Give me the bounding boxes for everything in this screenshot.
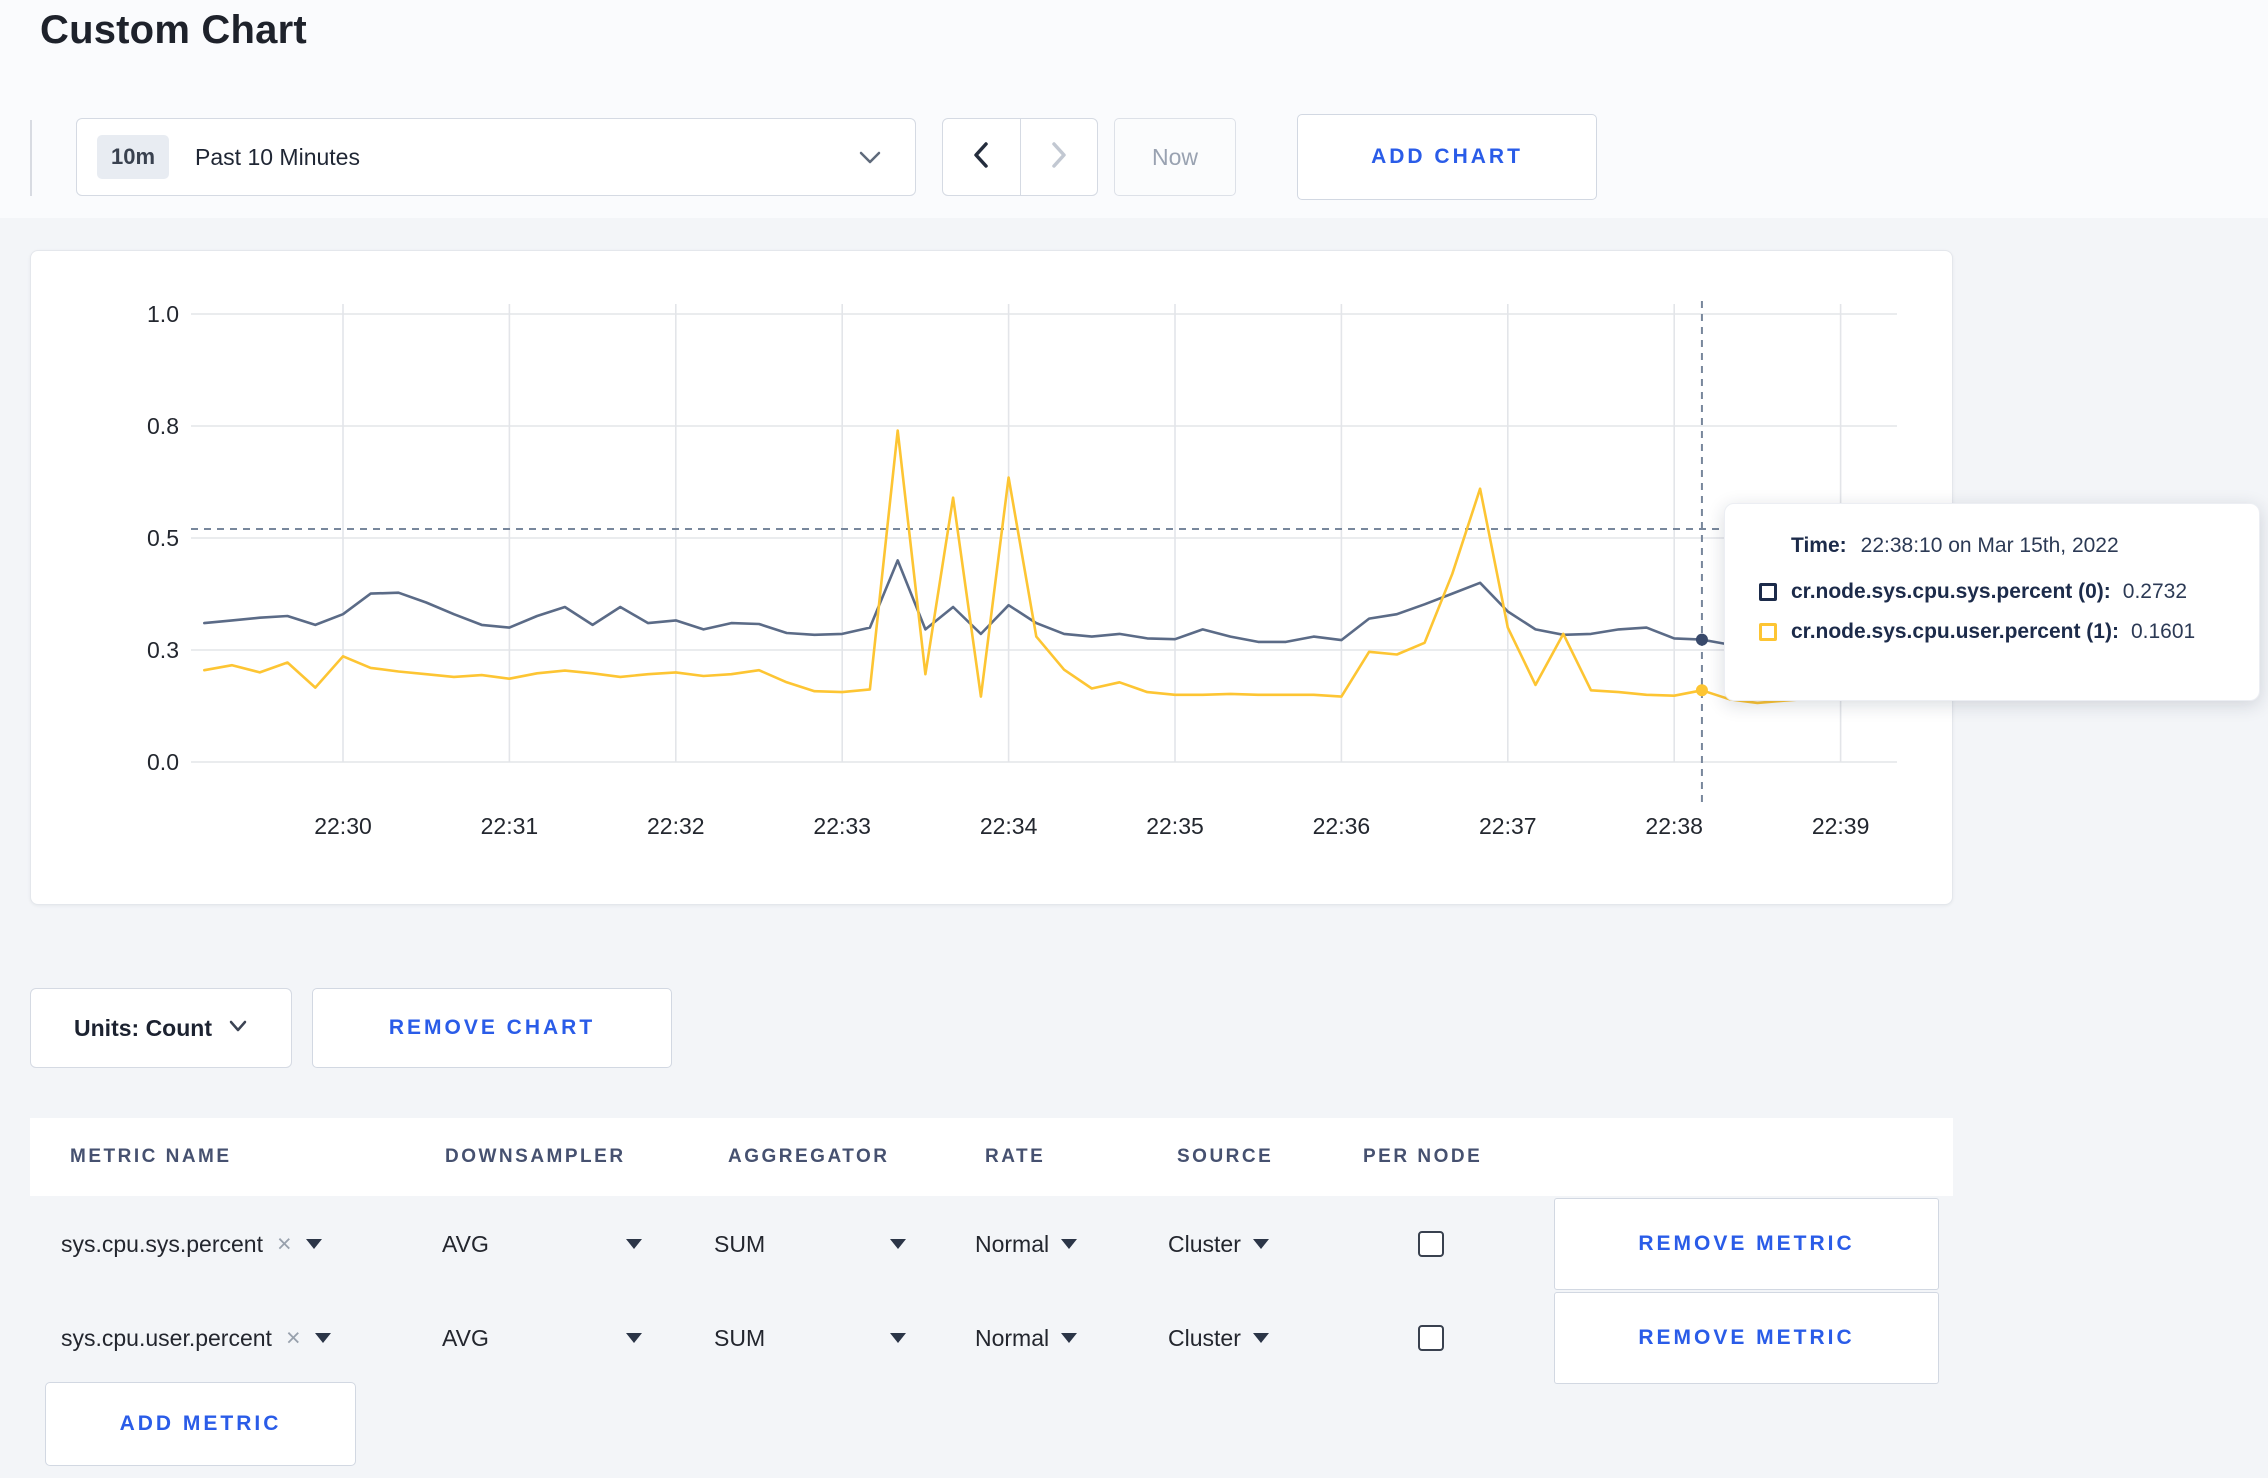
svg-text:22:38: 22:38	[1645, 813, 1703, 839]
remove-metric-button[interactable]: REMOVE METRIC	[1554, 1292, 1939, 1384]
chevron-right-icon	[1048, 140, 1070, 175]
series-sys-swatch-icon	[1759, 583, 1777, 601]
caret-down-icon	[1252, 1239, 1269, 1249]
tooltip-series-value: 0.2732	[2122, 580, 2188, 603]
time-range-dropdown[interactable]: 10m Past 10 Minutes	[76, 118, 916, 196]
tooltip-series-value: 0.1601	[2130, 620, 2196, 643]
add-metric-button[interactable]: ADD METRIC	[45, 1382, 356, 1466]
toolbar-divider	[30, 120, 32, 196]
svg-text:1.0: 1.0	[147, 301, 179, 327]
chevron-left-icon	[970, 140, 992, 175]
column-header-aggregator: AGGREGATOR	[728, 1146, 890, 1167]
svg-text:0.5: 0.5	[147, 525, 179, 551]
tooltip-time-label: Time:	[1791, 534, 1847, 557]
svg-text:22:37: 22:37	[1479, 813, 1537, 839]
svg-text:22:35: 22:35	[1146, 813, 1204, 839]
caret-down-icon	[890, 1333, 906, 1343]
downsampler-value: AVG	[442, 1230, 489, 1257]
prev-time-button[interactable]	[943, 119, 1021, 195]
rate-select[interactable]: Normal	[960, 1325, 1150, 1352]
svg-text:0.8: 0.8	[147, 413, 179, 439]
column-header-per-node: PER NODE	[1363, 1146, 1483, 1167]
svg-text:22:33: 22:33	[813, 813, 871, 839]
aggregator-select[interactable]: SUM	[710, 1325, 906, 1352]
aggregator-value: SUM	[714, 1324, 766, 1351]
source-select[interactable]: Cluster	[1150, 1325, 1360, 1352]
svg-text:0.3: 0.3	[147, 637, 179, 663]
chart-tooltip: Time: 22:38:10 on Mar 15th, 2022 cr.node…	[1724, 503, 2260, 701]
svg-text:22:32: 22:32	[647, 813, 705, 839]
metric-row: sys.cpu.user.percent × AVG SUM Normal Cl…	[30, 1290, 1953, 1386]
downsampler-select[interactable]: AVG	[430, 1325, 642, 1352]
downsampler-select[interactable]: AVG	[430, 1231, 642, 1258]
column-header-metric-name: METRIC NAME	[70, 1146, 232, 1167]
source-value: Cluster	[1168, 1230, 1241, 1257]
svg-text:22:30: 22:30	[314, 813, 372, 839]
time-range-label: Past 10 Minutes	[195, 143, 360, 170]
remove-metric-button[interactable]: REMOVE METRIC	[1554, 1198, 1939, 1290]
remove-chart-button[interactable]: REMOVE CHART	[312, 988, 672, 1068]
per-node-checkbox[interactable]	[1418, 1325, 1444, 1351]
tooltip-series-name: cr.node.sys.cpu.user.percent (1):	[1791, 620, 2119, 643]
now-button[interactable]: Now	[1114, 118, 1236, 196]
rate-value: Normal	[975, 1230, 1050, 1257]
tooltip-series-name: cr.node.sys.cpu.sys.percent (0):	[1791, 580, 2111, 603]
downsampler-value: AVG	[442, 1324, 489, 1351]
series-user-swatch-icon	[1759, 623, 1777, 641]
clear-metric-icon[interactable]: ×	[286, 1325, 301, 1351]
svg-text:22:39: 22:39	[1812, 813, 1870, 839]
chevron-down-icon	[228, 1019, 248, 1038]
metrics-chart[interactable]: 0.0 0.3 0.5 0.8 1.0 22:30 22:31 22:32 22:33 22:34…	[31, 251, 1954, 906]
chart-card: 0.0 0.3 0.5 0.8 1.0 22:30 22:31 22:32 22:33 22:34…	[30, 250, 1953, 905]
add-chart-button[interactable]: ADD CHART	[1297, 114, 1597, 200]
rate-select[interactable]: Normal	[960, 1231, 1150, 1258]
aggregator-value: SUM	[714, 1230, 766, 1257]
metrics-table-header: METRIC NAME DOWNSAMPLER AGGREGATOR RATE …	[30, 1118, 1953, 1196]
svg-text:0.0: 0.0	[147, 749, 179, 775]
caret-down-icon	[1061, 1239, 1078, 1249]
metric-row: sys.cpu.sys.percent × AVG SUM Normal Clu…	[30, 1196, 1953, 1292]
caret-down-icon	[890, 1239, 906, 1249]
svg-text:22:34: 22:34	[980, 813, 1038, 839]
source-value: Cluster	[1168, 1324, 1241, 1351]
page-title: Custom Chart	[40, 8, 307, 52]
chevron-down-icon	[857, 148, 883, 171]
caret-down-icon[interactable]	[314, 1333, 331, 1343]
metric-name-value: sys.cpu.sys.percent	[61, 1230, 263, 1257]
tooltip-time-value: 22:38:10 on Mar 15th, 2022	[1860, 534, 2119, 557]
rate-value: Normal	[975, 1324, 1050, 1351]
caret-down-icon	[626, 1239, 642, 1249]
units-label: Units: Count	[74, 1014, 212, 1041]
units-dropdown[interactable]: Units: Count	[30, 988, 292, 1068]
caret-down-icon[interactable]	[305, 1239, 322, 1249]
column-header-rate: RATE	[985, 1146, 1046, 1167]
metric-name-value: sys.cpu.user.percent	[61, 1324, 272, 1351]
source-select[interactable]: Cluster	[1150, 1231, 1360, 1258]
time-range-badge: 10m	[97, 135, 170, 179]
caret-down-icon	[626, 1333, 642, 1343]
svg-text:22:36: 22:36	[1313, 813, 1371, 839]
svg-text:22:31: 22:31	[481, 813, 539, 839]
time-nav-group	[942, 118, 1098, 196]
clear-metric-icon[interactable]: ×	[277, 1231, 292, 1257]
per-node-checkbox[interactable]	[1418, 1231, 1444, 1257]
caret-down-icon	[1061, 1333, 1078, 1343]
column-header-source: SOURCE	[1177, 1146, 1274, 1167]
next-time-button[interactable]	[1021, 119, 1098, 195]
column-header-downsampler: DOWNSAMPLER	[445, 1146, 626, 1167]
aggregator-select[interactable]: SUM	[710, 1231, 906, 1258]
caret-down-icon	[1252, 1333, 1269, 1343]
